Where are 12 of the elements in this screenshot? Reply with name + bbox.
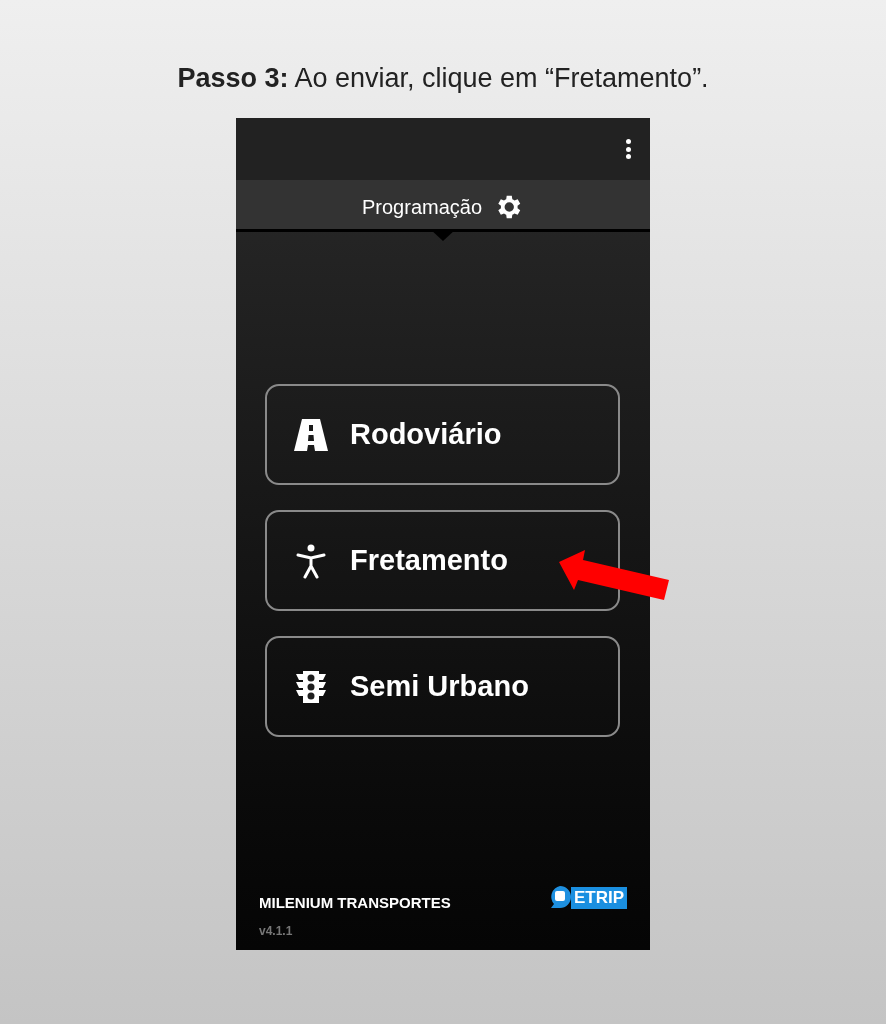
mode-button[interactable]: Semi Urbano [265, 636, 620, 737]
person-icon [294, 542, 328, 579]
version-label: v4.1.1 [259, 923, 294, 940]
mode-button[interactable]: Rodoviário [265, 384, 620, 485]
traffic-light-icon [294, 669, 328, 704]
mode-button[interactable]: Fretamento [265, 510, 620, 611]
app-logo: ETRIP [548, 886, 627, 910]
more-menu-icon[interactable] [624, 139, 632, 159]
company-name: MILENIUM TRANSPORTES [259, 892, 451, 913]
step-caption: Passo 3: Ao enviar, clique em “Fretamento”. [177, 62, 709, 95]
tab[interactable]: Programação [361, 191, 525, 229]
road-icon [294, 418, 328, 451]
